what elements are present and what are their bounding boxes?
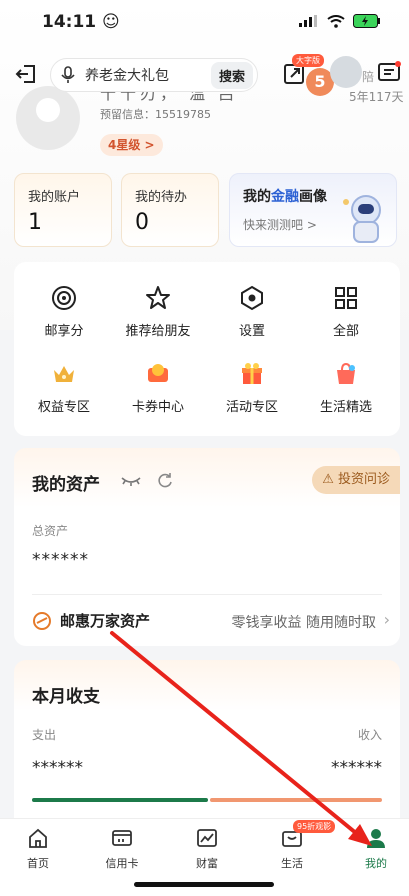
finance-title-pre: 我的: [243, 189, 271, 205]
finance-title-highlight: 金融: [271, 189, 299, 205]
investment-diagnosis-button[interactable]: ⚠ 投资问诊: [312, 466, 400, 494]
home-indicator: [134, 882, 274, 887]
mh-logo-icon: [33, 611, 51, 630]
todo-title: 我的待办: [135, 190, 188, 205]
month-title: 本月收支: [32, 687, 100, 707]
movie-discount-badge: 95折观影: [293, 820, 336, 833]
refresh-icon[interactable]: [156, 472, 174, 490]
status-bar: 14:11 ☺: [0, 0, 409, 48]
search-button[interactable]: 搜索: [210, 61, 253, 89]
wifi-icon: [327, 14, 345, 28]
status-time: 14:11 ☺: [42, 12, 120, 32]
grid-label: 邮享分: [44, 324, 84, 339]
grid-label: 生活精选: [319, 400, 372, 415]
microphone-icon[interactable]: [61, 66, 75, 84]
astronaut-icon: [343, 195, 381, 243]
grid-label: 权益专区: [37, 400, 90, 415]
income-label: 收入: [357, 728, 382, 742]
grid-item-recommend[interactable]: 推荐给朋友: [110, 284, 206, 339]
assets-title: 我的资产: [32, 475, 100, 495]
mh-title: 邮惠万家资产: [60, 612, 151, 630]
finance-profile-card[interactable]: 我的金融画像 快来测测吧 >: [229, 173, 397, 247]
star-level-text: 4星级 >: [108, 138, 155, 152]
my-account-card[interactable]: 我的账户 1: [14, 173, 112, 247]
battery-icon: [353, 14, 380, 28]
settings-icon: [241, 285, 263, 311]
grid-icon: [335, 287, 357, 309]
tab-life[interactable]: 生活: [262, 827, 322, 871]
grid-item-settings[interactable]: 设置: [204, 284, 300, 339]
grid-item-points[interactable]: 邮享分: [16, 284, 112, 339]
expense-label: 支出: [32, 728, 57, 742]
tab-home[interactable]: 首页: [8, 827, 68, 871]
gift-icon: [242, 363, 262, 384]
expense-bar: [32, 798, 208, 802]
finance-title: 我的金融画像: [243, 186, 327, 206]
account-title: 我的账户: [28, 190, 81, 205]
my-todo-card[interactable]: 我的待办 0: [121, 173, 219, 247]
my-assets-section: 我的资产 ⚠ 投资问诊 总资产 ****** 邮惠万家资产 零钱享收益 随用随时…: [14, 448, 400, 646]
grid-item-rights[interactable]: 权益专区: [16, 360, 112, 415]
grid-item-life[interactable]: 生活精选: [298, 360, 394, 415]
expense-value: ******: [32, 758, 83, 778]
big-font-badge[interactable]: 大字版: [292, 54, 324, 67]
feature-grid: 邮享分 推荐给朋友 设置 全部 权益专区 卡券中心 活动专区 生活精选: [14, 262, 400, 436]
income-value: ******: [331, 758, 382, 778]
divider: [32, 594, 382, 595]
tab-credit-card[interactable]: 信用卡: [92, 827, 152, 871]
target-icon: [52, 286, 76, 310]
credit-card-icon: [112, 830, 132, 846]
grid-label: 设置: [238, 324, 265, 339]
invest-label: 投资问诊: [337, 472, 390, 487]
chevron-right-icon[interactable]: ›: [384, 610, 390, 629]
alert-icon: ⚠: [322, 472, 338, 487]
grid-label: 卡券中心: [131, 400, 184, 415]
grid-label: 推荐给朋友: [125, 324, 191, 339]
search-header: 养老金大礼包 搜索 大字版: [0, 54, 409, 94]
account-value: 1: [28, 210, 42, 235]
star-level-badge[interactable]: 4星级 >: [100, 134, 163, 156]
reserve-info: 预留信息：15519785: [100, 108, 211, 121]
star-icon: [146, 286, 170, 309]
mh-description: 零钱享收益 随用随时取: [231, 615, 376, 631]
finance-subtitle: 快来测测吧 >: [243, 218, 317, 232]
signal-icon: [299, 15, 317, 27]
tab-me[interactable]: 我的: [346, 827, 406, 871]
user-icon: [367, 829, 385, 848]
coupon-icon: [148, 364, 168, 382]
grid-item-coupons[interactable]: 卡券中心: [110, 360, 206, 415]
tab-label: 首页: [27, 857, 49, 870]
finance-title-post: 画像: [299, 189, 327, 205]
home-icon: [29, 828, 47, 848]
grid-item-all[interactable]: 全部: [298, 284, 394, 339]
crown-icon: [54, 366, 74, 382]
grid-label: 活动专区: [225, 400, 278, 415]
chart-icon: [197, 829, 217, 847]
search-input[interactable]: 养老金大礼包: [85, 65, 211, 85]
grid-label: 全部: [332, 324, 359, 339]
todo-value: 0: [135, 210, 149, 235]
grid-item-activities[interactable]: 活动专区: [204, 360, 300, 415]
tab-wealth[interactable]: 财富: [177, 827, 237, 871]
avatar[interactable]: [16, 86, 80, 150]
monthly-income-expense-section[interactable]: 本月收支 支出 收入 ****** ******: [14, 660, 400, 830]
tab-label: 信用卡: [105, 857, 139, 870]
total-assets-label: 总资产: [32, 524, 69, 538]
tab-label: 我的: [365, 857, 387, 870]
back-icon[interactable]: [14, 62, 38, 86]
total-assets-value: ******: [32, 550, 89, 570]
eye-closed-icon[interactable]: [120, 476, 142, 486]
status-icons: [299, 14, 381, 28]
income-bar: [210, 798, 382, 802]
bag-icon: [337, 362, 355, 384]
tab-label: 生活: [281, 857, 303, 870]
search-bar[interactable]: 养老金大礼包 搜索: [50, 58, 258, 92]
tab-label: 财富: [196, 857, 218, 870]
message-icon[interactable]: [376, 60, 402, 86]
mh-assets-row[interactable]: 邮惠万家资产: [32, 610, 150, 631]
